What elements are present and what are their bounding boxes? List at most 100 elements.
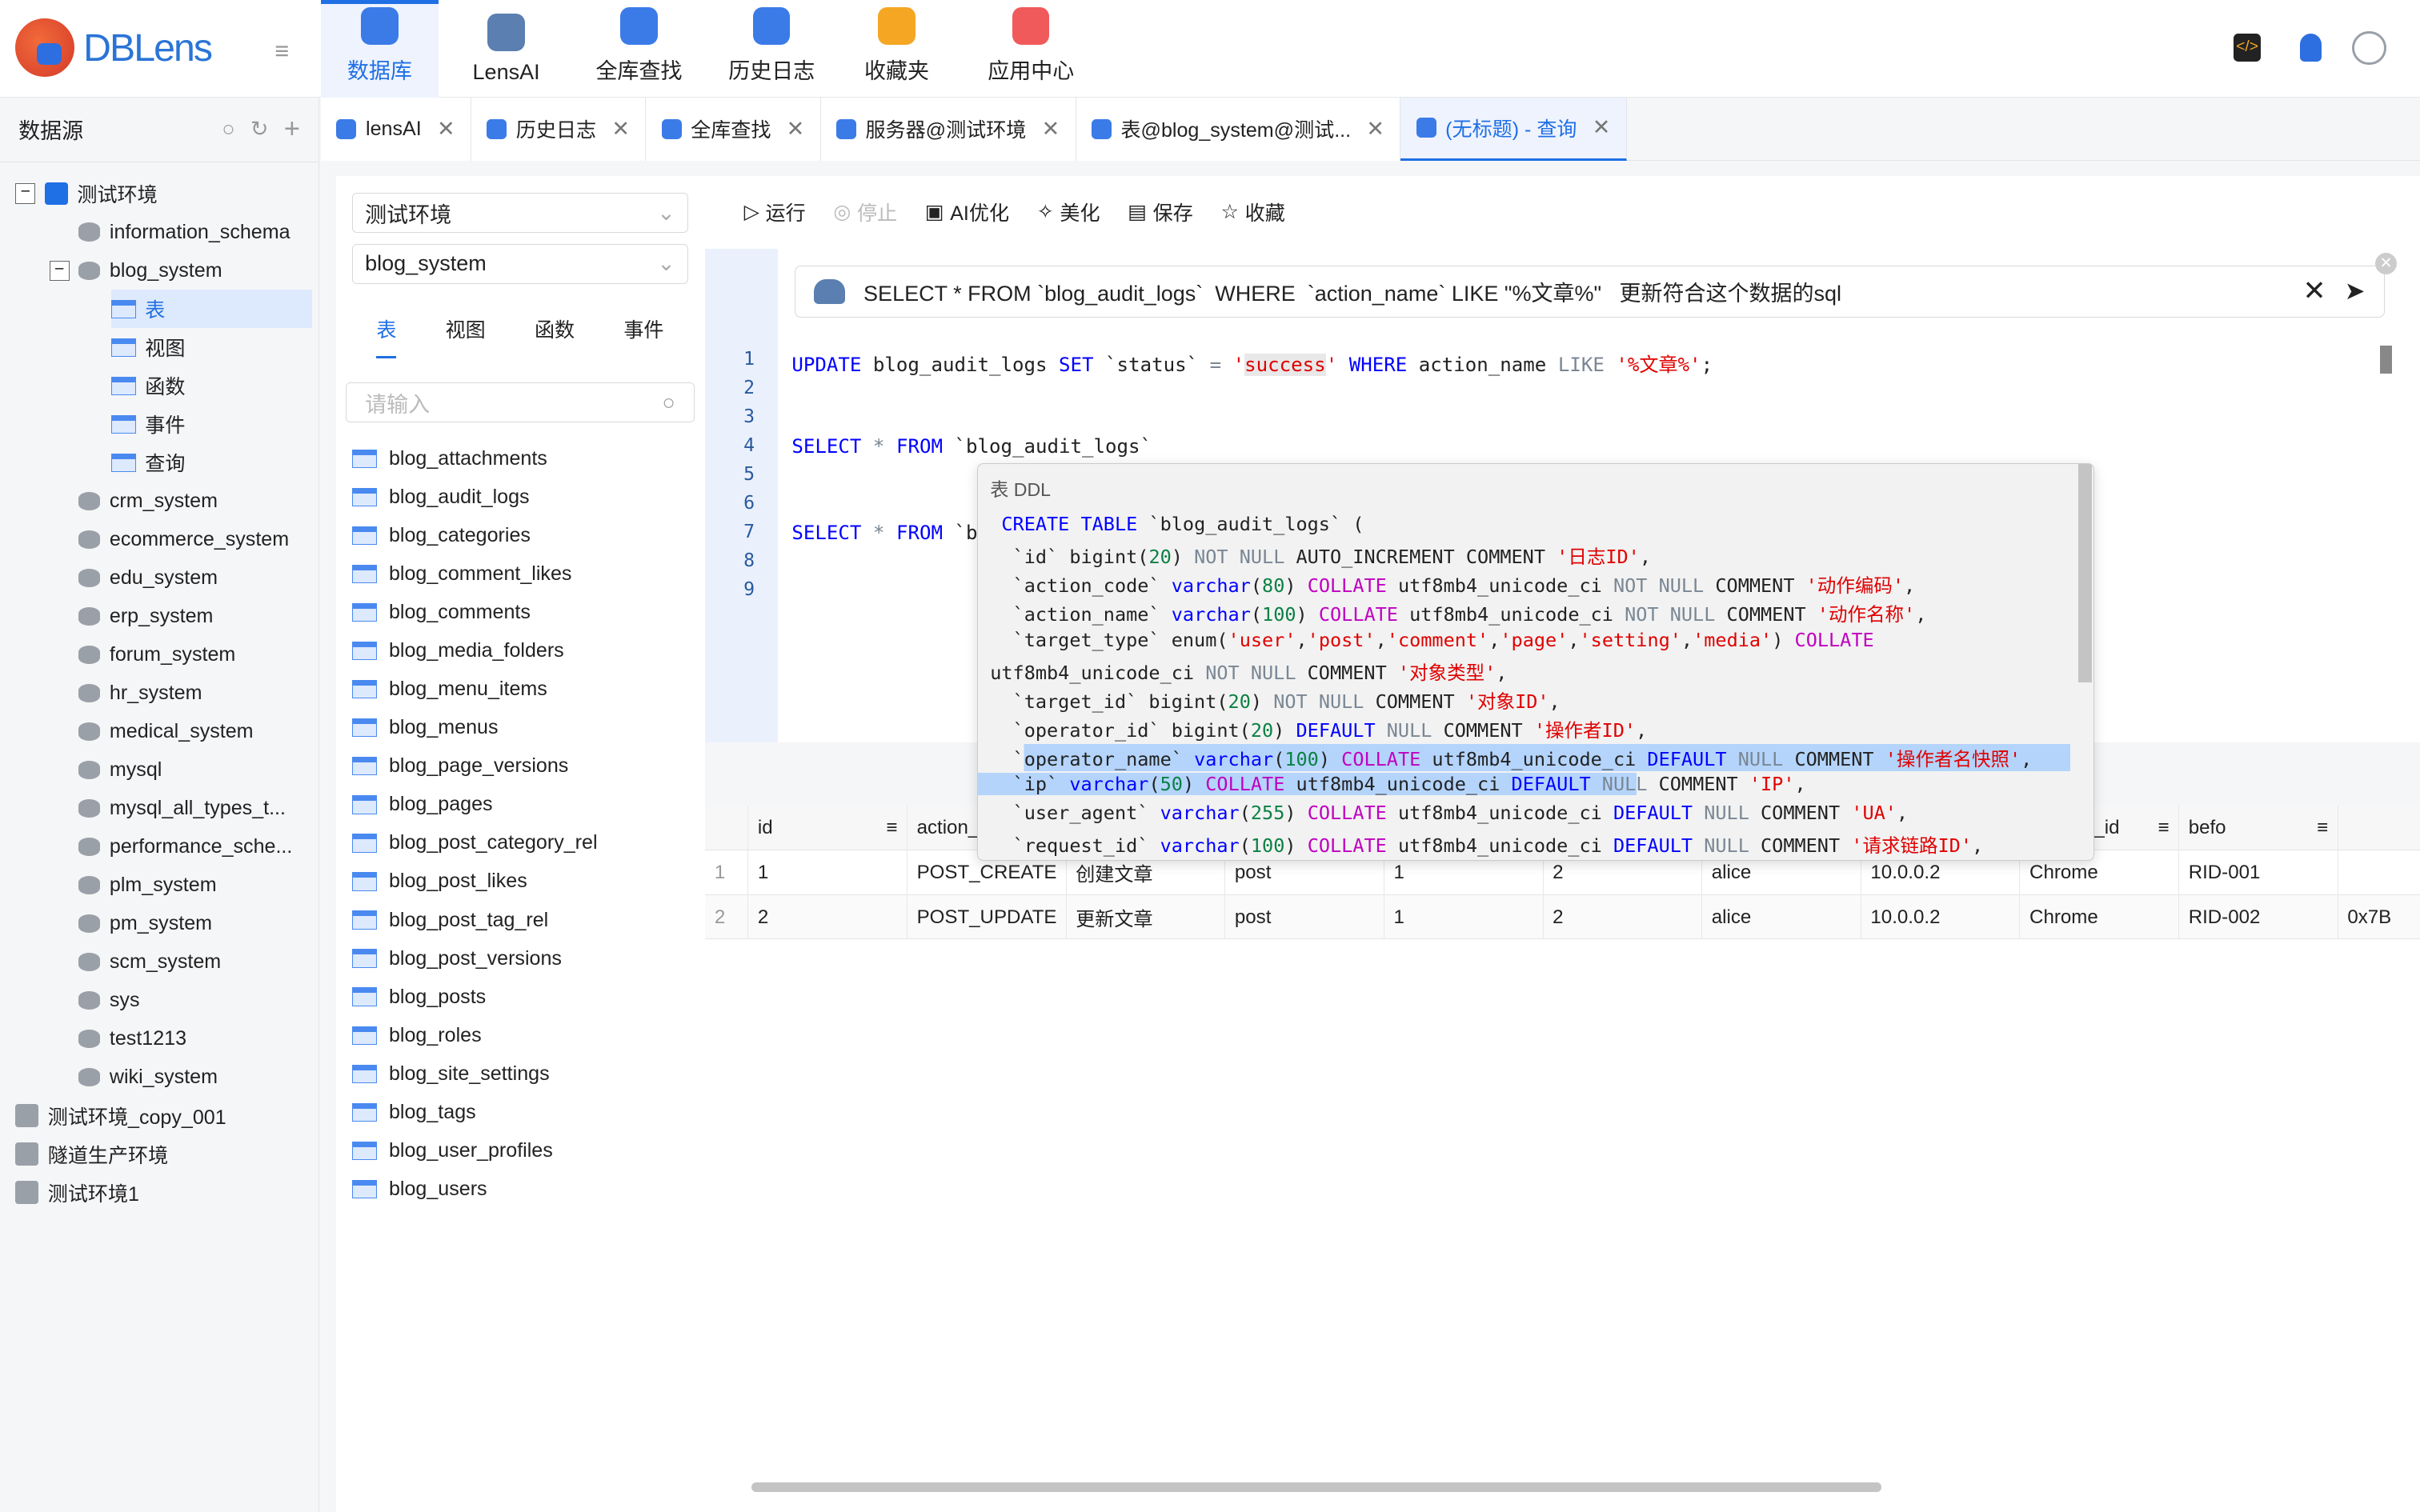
close-icon[interactable]: ✕ [1366, 117, 1384, 142]
database-select[interactable]: blog_system⌄ [352, 244, 688, 284]
header-cell[interactable]: befo≡ [2179, 806, 2338, 850]
tree-item[interactable]: −blog_system [50, 251, 222, 290]
table-list-item[interactable]: blog_tags [352, 1093, 476, 1131]
tree-item[interactable]: performance_sche... [50, 827, 293, 866]
table-list-item[interactable]: blog_post_versions [352, 939, 562, 978]
collapse-toggle[interactable]: − [15, 183, 35, 203]
ddl-scrollbar[interactable] [2078, 464, 2092, 683]
collapse-toggle[interactable]: − [50, 261, 70, 281]
result-cell[interactable]: 更新文章 [1067, 895, 1226, 940]
subtab-1[interactable]: 视图 [446, 314, 486, 358]
table-list-item[interactable]: blog_user_profiles [352, 1131, 553, 1170]
tree-item[interactable]: scm_system [50, 942, 221, 981]
avatar[interactable] [2352, 31, 2386, 65]
close-icon[interactable]: ✕ [611, 117, 630, 142]
filter-icon[interactable]: ≡ [2158, 817, 2170, 839]
result-cell[interactable]: 2 [748, 895, 908, 940]
table-list-item[interactable]: blog_post_likes [352, 862, 527, 901]
tab-2[interactable]: 全库查找✕ [646, 98, 820, 161]
tree-item[interactable]: 表 [111, 290, 312, 328]
tree-item[interactable]: 事件 [111, 405, 186, 443]
code-icon[interactable]: </> [2234, 34, 2262, 62]
result-cell[interactable]: 10.0.0.2 [1861, 895, 2021, 940]
tree-item[interactable]: plm_system [50, 866, 217, 904]
tree-item[interactable]: pm_system [50, 904, 212, 942]
nav-0[interactable]: 数据库 [321, 0, 439, 98]
table-list-item[interactable]: blog_attachments [352, 440, 547, 478]
tree-item[interactable]: mysql [50, 750, 162, 789]
header-cell[interactable]: id≡ [748, 806, 908, 850]
code-line[interactable]: SELECT * FROM `blog_audit_logs` [791, 435, 1152, 458]
filter-icon[interactable]: ≡ [886, 817, 897, 839]
send-icon[interactable]: ➤ [2345, 277, 2366, 306]
tree-item[interactable]: crm_system [50, 482, 218, 520]
header-cell[interactable] [705, 806, 748, 850]
tree-item[interactable]: test1213 [50, 1019, 186, 1058]
run-button[interactable]: ▷运行 [744, 198, 806, 226]
tab-5[interactable]: (无标题) - 查询✕ [1400, 98, 1626, 161]
table-list-item[interactable]: blog_roles [352, 1016, 482, 1054]
table-list-item[interactable]: blog_page_versions [352, 747, 569, 786]
tab-3[interactable]: 服务器@测试环境✕ [821, 98, 1076, 161]
tree-item[interactable]: 查询 [111, 443, 186, 482]
tree-item[interactable]: 视图 [111, 328, 186, 366]
nav-2[interactable]: 全库查找 [574, 0, 703, 98]
result-cell[interactable]: alice [1702, 895, 1861, 940]
table-list-item[interactable]: blog_users [352, 1170, 487, 1208]
tree-item[interactable]: wiki_system [50, 1058, 218, 1096]
close-icon[interactable]: ✕ [2302, 275, 2326, 307]
clear-icon[interactable]: ✕ [2375, 253, 2397, 274]
add-icon[interactable]: + [284, 114, 300, 145]
table-list-item[interactable]: blog_audit_logs [352, 478, 530, 517]
result-cell[interactable]: 0x7B [2338, 895, 2420, 940]
header-cell[interactable] [2338, 806, 2420, 850]
table-list-item[interactable]: blog_posts [352, 978, 487, 1016]
code-line[interactable]: SELECT * FROM `b [791, 522, 977, 544]
table-list-item[interactable]: blog_media_folders [352, 632, 564, 670]
tree-item[interactable]: medical_system [50, 712, 254, 750]
ai-optimize-button[interactable]: ▣AI优化 [925, 198, 1009, 226]
nav-3[interactable]: 历史日志 [713, 0, 831, 98]
favorite-button[interactable]: ☆收藏 [1221, 198, 1285, 226]
tree-item[interactable]: sys [50, 981, 140, 1019]
code-line[interactable]: UPDATE blog_audit_logs SET `status` = 's… [791, 349, 1713, 377]
table-list-item[interactable]: blog_post_category_rel [352, 824, 598, 862]
table-list-item[interactable]: blog_pages [352, 786, 493, 824]
tree-item[interactable]: ecommerce_system [50, 520, 289, 558]
tree-item[interactable]: 测试环境1 [15, 1174, 139, 1212]
subtab-0[interactable]: 表 [376, 314, 396, 358]
result-cell[interactable]: POST_UPDATE [908, 895, 1067, 940]
tree-item[interactable]: 函数 [111, 366, 186, 405]
subtab-2[interactable]: 函数 [535, 314, 575, 358]
tree-item[interactable]: −测试环境 [15, 174, 157, 213]
result-cell[interactable]: RID-002 [2179, 895, 2338, 940]
rocket-icon[interactable] [2300, 34, 2322, 62]
result-cell[interactable]: 1 [748, 850, 908, 895]
editor-scrollbar[interactable] [2380, 346, 2392, 374]
search-icon[interactable]: ○ [222, 117, 234, 142]
tree-item[interactable]: erp_system [50, 597, 214, 635]
table-list-item[interactable]: blog_comments [352, 594, 531, 632]
collapse-menu-icon[interactable]: ≡ [274, 37, 289, 66]
save-button[interactable]: ▤保存 [1128, 198, 1193, 226]
nav-1[interactable]: LensAI [447, 0, 565, 98]
nav-5[interactable]: 应用中心 [972, 0, 1090, 98]
stop-button[interactable]: ◎停止 [833, 198, 897, 226]
tab-0[interactable]: lensAI✕ [321, 98, 471, 161]
connection-select[interactable]: 测试环境⌄ [352, 193, 688, 233]
table-list-item[interactable]: blog_post_tag_rel [352, 901, 549, 939]
table-list-item[interactable]: blog_comment_likes [352, 555, 572, 594]
ai-prompt-input[interactable]: SELECT * FROM `blog_audit_logs` WHERE `a… [795, 266, 2384, 318]
table-search-input[interactable]: 请输入○ [346, 382, 695, 422]
table-list-item[interactable]: blog_menus [352, 709, 499, 747]
tab-1[interactable]: 历史日志✕ [471, 98, 646, 161]
nav-4[interactable]: 收藏夹 [843, 0, 951, 98]
tree-item[interactable]: mysql_all_types_t... [50, 789, 286, 827]
close-icon[interactable]: ✕ [787, 117, 805, 142]
close-icon[interactable]: ✕ [1042, 117, 1060, 142]
horizontal-scrollbar[interactable] [751, 1482, 1881, 1492]
result-cell[interactable]: 2 [1544, 895, 1703, 940]
refresh-icon[interactable]: ↻ [250, 117, 269, 142]
filter-icon[interactable]: ≡ [2317, 817, 2328, 839]
tree-item[interactable]: information_schema [50, 213, 290, 251]
